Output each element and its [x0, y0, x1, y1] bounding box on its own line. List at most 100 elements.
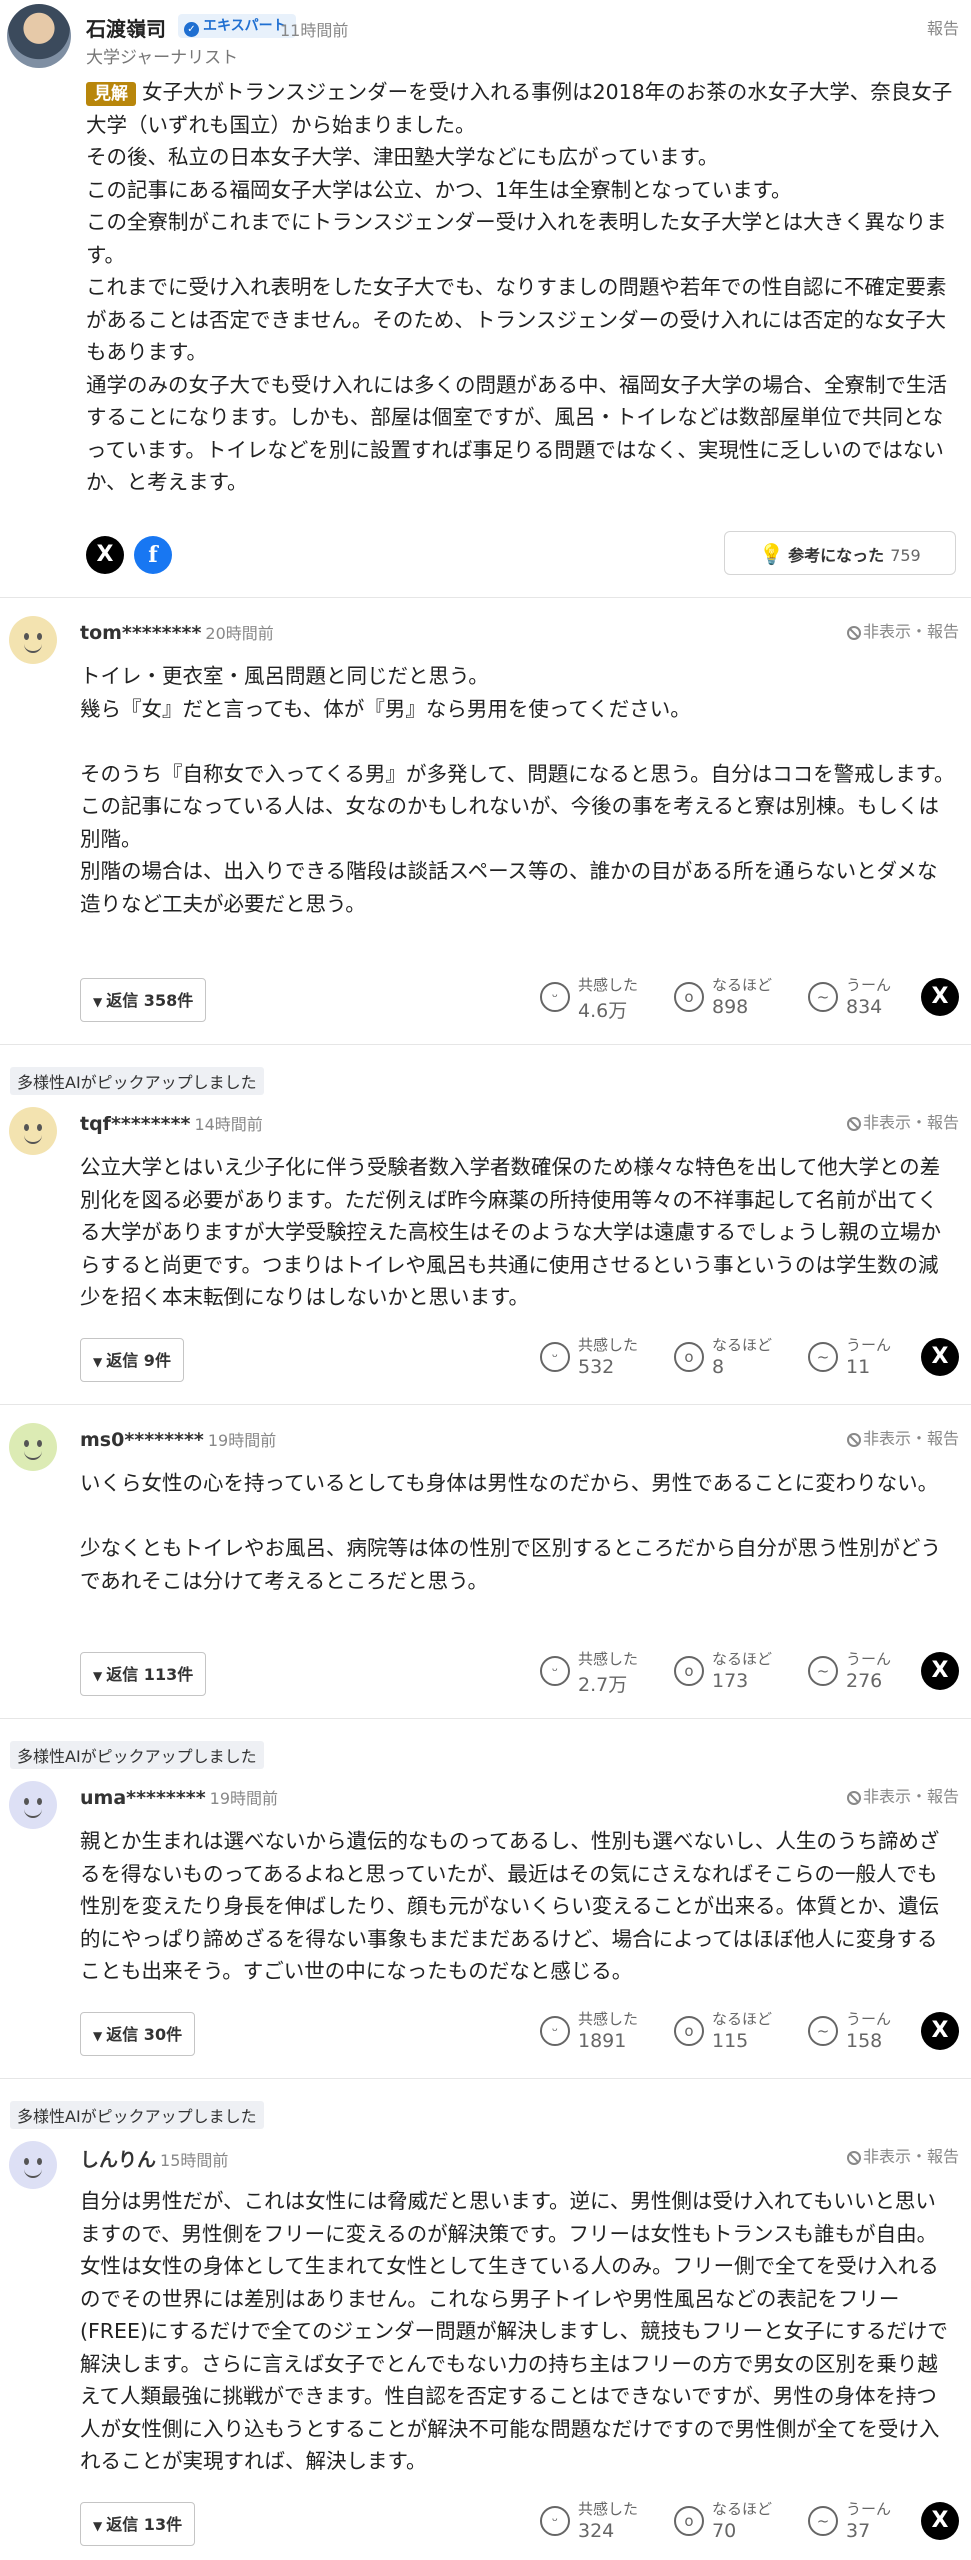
comment-user[interactable]: tom******** 20時間前 [80, 620, 274, 644]
share-x-icon[interactable]: X [921, 2012, 959, 2050]
react-count: 1891 [578, 2030, 627, 2052]
ai-pick-badge: 多様性AIがピックアップしました [10, 1067, 264, 1095]
reply-count: 返信 30件 [106, 2025, 183, 2044]
surprise-icon: o [674, 982, 704, 1012]
helpful-label: 参考になった [788, 546, 885, 565]
triangle-down-icon: ▼ [93, 1355, 103, 1369]
react-label: 共感した [578, 2500, 639, 2518]
hide-report-link[interactable]: 非表示・報告 [846, 2143, 959, 2167]
opinion-tag: 見解 [86, 82, 136, 106]
comment-paragraph: 自分は男性だが、これは女性には脅威だと思います。逆に、男性側は受け入れてもいいと… [80, 2189, 948, 2473]
expert-name[interactable]: 石渡嶺司 [86, 13, 166, 42]
react-count: 8 [712, 1356, 725, 1378]
react-count: 11 [846, 1356, 871, 1378]
avatar[interactable] [9, 2141, 57, 2189]
comment-user[interactable]: しんりん 15時間前 [80, 2145, 228, 2172]
triangle-down-icon: ▼ [93, 1669, 103, 1683]
react-count: 173 [712, 1670, 749, 1692]
avatar[interactable] [9, 616, 57, 664]
comment-user[interactable]: uma******** 19時間前 [80, 1785, 278, 1809]
react-label: なるほど [712, 1650, 773, 1668]
check-icon: ✓ [184, 22, 199, 37]
smile-icon: ᵕ [540, 1656, 570, 1686]
expert-paragraph: この記事にある福岡女子大学は公立、かつ、1年生は全寮制となっています。 [86, 177, 792, 202]
comment-time: 15時間前 [160, 2151, 229, 2170]
avatar[interactable] [9, 1423, 57, 1471]
react-count: 70 [712, 2520, 737, 2542]
react-label: 共感した [578, 2010, 639, 2028]
comment-time: 14時間前 [194, 1115, 263, 1134]
expert-badge-label: エキスパート [203, 18, 287, 34]
share-facebook-icon[interactable]: f [134, 536, 172, 574]
surprise-icon: o [674, 2016, 704, 2046]
reply-button[interactable]: ▼ 返信 13件 [80, 2502, 196, 2546]
hide-report-link[interactable]: 非表示・報告 [846, 618, 959, 642]
expert-paragraph: この全寮制がこれまでにトランスジェンダー受け入れを表明した女子大学とは大きく異な… [86, 210, 947, 267]
reply-button[interactable]: ▼ 返信 358件 [80, 978, 207, 1022]
reply-button[interactable]: ▼ 返信 113件 [80, 1652, 207, 1696]
comment-time: 20時間前 [205, 624, 274, 643]
comment: 多様性AIがピックアップしました しんりん 15時間前 非表示・報告 自分は男性だ… [0, 2079, 971, 2560]
react-count: 115 [712, 2030, 749, 2052]
comment-time: 19時間前 [209, 1789, 279, 1808]
comment-user[interactable]: ms0******** 19時間前 [80, 1427, 276, 1451]
comment-paragraph: いくら女性の心を持っているとしても身体は男性なのだから、男性であることに変わりな… [80, 1471, 939, 1495]
comment-paragraph: 親とか生まれは選べないから遺伝的なものってあるし、性別も選べないし、人生のうち諦… [80, 1829, 940, 1983]
react-label: なるほど [712, 976, 773, 994]
react-count: 158 [846, 2030, 883, 2052]
react-count: 4.6万 [578, 1000, 628, 1022]
react-label: うーん [846, 1650, 892, 1668]
smile-icon: ᵕ [540, 2016, 570, 2046]
expert-badge: ✓ エキスパート [178, 14, 296, 38]
reply-button[interactable]: ▼ 返信 30件 [80, 2012, 196, 2056]
comment-body: いくら女性の心を持っているとしても身体は男性なのだから、男性であることに変わりな… [80, 1467, 956, 1597]
triangle-down-icon: ▼ [93, 2029, 103, 2043]
expert-avatar[interactable] [7, 4, 71, 68]
share-x-icon[interactable]: X [921, 1652, 959, 1690]
user-name[interactable]: tqf******** [80, 1113, 190, 1135]
share-x-icon[interactable]: X [86, 536, 124, 574]
avatar[interactable] [9, 1781, 57, 1829]
hide-report-link[interactable]: 非表示・報告 [846, 1783, 959, 1807]
user-name[interactable]: ms0******** [80, 1429, 204, 1451]
reply-count: 返信 358件 [106, 991, 194, 1010]
comment-paragraph: この記事になっている人は、女なのかもしれないが、今後の事を考えると寮は別棟。もし… [80, 794, 939, 851]
reply-count: 返信 113件 [106, 1665, 194, 1684]
reply-button[interactable]: ▼ 返信 9件 [80, 1338, 184, 1382]
expert-paragraph: その後、私立の日本女子大学、津田塾大学などにも広がっています。 [86, 145, 719, 169]
comment-paragraph: 別階の場合は、出入りできる階段は談話スペース等の、誰かの目がある所を通らないとダ… [80, 859, 938, 916]
user-name[interactable]: uma******** [80, 1787, 206, 1809]
avatar[interactable] [9, 1107, 57, 1155]
hide-report-link[interactable]: 非表示・報告 [846, 1425, 959, 1449]
hide-report-label: 非表示・報告 [862, 1429, 959, 1448]
share-x-icon[interactable]: X [921, 1338, 959, 1376]
share-x-icon[interactable]: X [921, 978, 959, 1016]
ban-icon [846, 1791, 861, 1805]
expert-paragraph: これまでに受け入れ表明をした女子大でも、なりすましの問題や若年での性自認に不確定… [86, 275, 947, 364]
comment-body: 自分は男性だが、これは女性には脅威だと思います。逆に、男性側は受け入れてもいいと… [80, 2185, 956, 2478]
comment-body: 公立大学とはいえ少子化に伴う受験者数入学者数確保のため様々な特色を出して他大学と… [80, 1151, 956, 1314]
surprise-icon: o [674, 1342, 704, 1372]
expert-paragraph: 見解 女子大がトランスジェンダーを受け入れる事例は2018年のお茶の水女子大学、奈… [86, 76, 958, 141]
helpful-button[interactable]: 💡 参考になった 759 [724, 531, 956, 575]
lightbulb-icon: 💡 [759, 542, 785, 566]
smile-icon: ᵕ [540, 982, 570, 1012]
ban-icon [846, 1117, 861, 1131]
ai-pick-badge: 多様性AIがピックアップしました [10, 1741, 264, 1769]
comment-body: 親とか生まれは選べないから遺伝的なものってあるし、性別も選べないし、人生のうち諦… [80, 1825, 956, 1988]
comment-paragraph: 公立大学とはいえ少子化に伴う受験者数入学者数確保のため様々な特色を出して他大学と… [80, 1155, 941, 1309]
user-name[interactable]: tom******** [80, 622, 201, 644]
ban-icon [846, 1433, 861, 1447]
ai-pick-badge: 多様性AIがピックアップしました [10, 2101, 264, 2129]
ban-icon [846, 2151, 861, 2165]
react-count: 276 [846, 1670, 883, 1692]
share-x-icon[interactable]: X [921, 2502, 959, 2540]
comment-user[interactable]: tqf******** 14時間前 [80, 1111, 263, 1135]
react-label: うーん [846, 2010, 892, 2028]
hide-report-label: 非表示・報告 [862, 1113, 959, 1132]
user-name[interactable]: しんりん [80, 2149, 156, 2171]
report-link[interactable]: 報告 [927, 15, 959, 39]
react-label: なるほど [712, 2500, 773, 2518]
hide-report-link[interactable]: 非表示・報告 [846, 1109, 959, 1133]
thinking-icon: ~ [808, 982, 838, 1012]
